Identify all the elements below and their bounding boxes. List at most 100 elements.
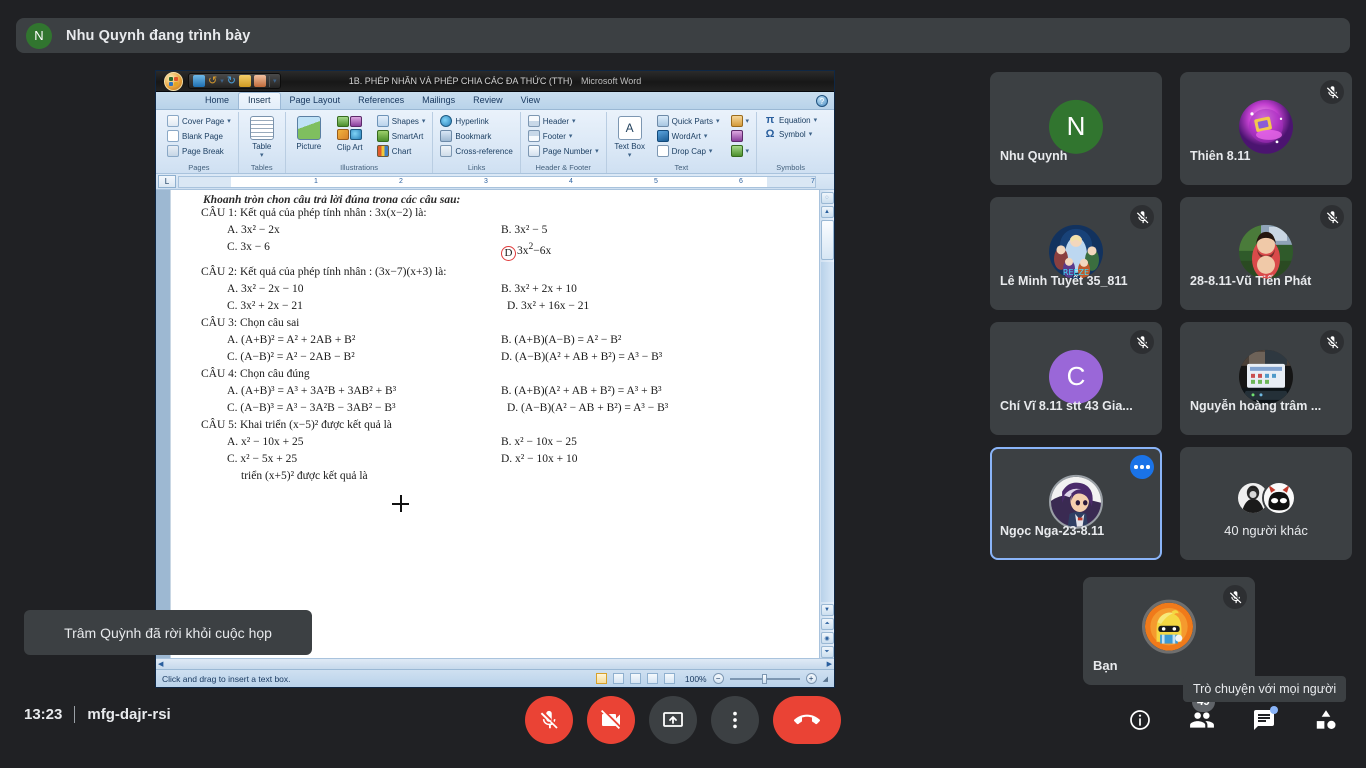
previous-page-button[interactable]: ⏶ [820,618,834,630]
full-screen-reading-view-button[interactable] [612,673,624,684]
smartart-button[interactable]: SmartArt [374,129,429,143]
other-participants-tile[interactable]: 40 người khác [1180,447,1352,560]
symbol-button[interactable]: Ω Symbol ▾ [761,128,820,141]
outline-view-button[interactable] [646,673,658,684]
more-options-button[interactable] [711,696,759,744]
participant-tile-vu-tien-phat[interactable]: 28-8.11-Vũ Tiến Phát [1180,197,1352,310]
self-participant-tile[interactable]: Bạn [1083,577,1255,685]
signature-line-icon [730,115,743,127]
camera-off-button[interactable] [587,696,635,744]
scroll-track[interactable] [820,262,834,602]
office-button[interactable] [160,71,186,92]
mic-off-icon [1130,330,1154,354]
microphone-off-button[interactable] [525,696,573,744]
chart-button[interactable]: Chart [374,144,429,158]
browse-object-icon[interactable]: ◌ [820,192,834,204]
clip-art-button[interactable]: Clip Art [331,114,369,152]
chat-unread-dot [1270,706,1278,714]
zoom-slider[interactable] [729,673,800,684]
chat-button[interactable] [1246,702,1282,738]
drop-cap-button[interactable]: Drop Cap ▾ [654,144,723,158]
participant-tile-nguyen-hoang-tram[interactable]: Nguyễn hoàng trâm ... [1180,322,1352,435]
participant-tile-nhu-quynh[interactable]: N Nhu Quynh [990,72,1162,185]
shapes-button[interactable]: Shapes ▾ [374,114,429,128]
cover-page-button[interactable]: Cover Page ▾ [164,114,234,128]
word-document-area[interactable]: Khoanh tròn chọn câu trả lời đúng trong … [156,190,834,658]
word-ribbon-tabs[interactable]: Home Insert Page Layout References Maili… [156,92,834,110]
q4-option-b: B. (A+B)(A² + AB + B²) = A³ + B³ [501,384,662,397]
text-box-button[interactable]: A Text Box ▾ [611,114,649,160]
picture-button[interactable]: Picture [290,114,328,151]
print-preview-icon[interactable] [253,75,266,87]
quick-parts-button[interactable]: Quick Parts ▾ [654,114,723,128]
participant-tile-le-minh-tuyet[interactable]: REEZE Lê Minh Tuyết 35_811 [990,197,1162,310]
participant-options-button[interactable] [1130,455,1154,479]
participant-tile-thien[interactable]: Thiên 8.11 [1180,72,1352,185]
horizontal-ruler[interactable]: 1 2 3 4 5 6 7 [178,175,816,188]
header-button[interactable]: Header ▾ [525,114,602,128]
undo-caret-icon[interactable]: ▾ [220,77,224,85]
tab-home[interactable]: Home [196,93,238,109]
open-icon[interactable] [238,75,251,87]
present-screen-button[interactable] [649,696,697,744]
draft-view-button[interactable] [663,673,675,684]
tab-selector-button[interactable]: L [158,175,176,188]
tab-insert[interactable]: Insert [238,92,281,109]
word-horizontal-scrollbar[interactable]: ◀ ▶ [156,658,834,669]
date-time-button[interactable] [728,129,753,143]
meeting-details-button[interactable] [1122,702,1158,738]
hyperlink-button[interactable]: Hyperlink [437,114,515,128]
save-icon[interactable] [193,75,205,87]
word-ruler[interactable]: L 1 2 3 4 5 6 7 [156,174,834,190]
participant-tile-ngoc-nga[interactable]: Ngọc Nga-23-8.11 [990,447,1162,560]
zoom-out-button[interactable]: − [712,673,724,684]
avatar [1049,474,1103,529]
customize-qat-icon[interactable]: ▾ [273,77,277,85]
page-break-button[interactable]: Page Break [164,144,234,158]
wordart-button[interactable]: WordArt ▾ [654,129,723,143]
next-page-button[interactable]: ⏷ [820,646,834,658]
word-vertical-scrollbar[interactable]: ◌ ▲ ▼ ⏶ ◉ ⏷ [819,190,834,658]
footer-button[interactable]: Footer ▾ [525,129,602,143]
select-browse-object-button[interactable]: ◉ [820,632,834,644]
leave-notification-toast: Trâm Quỳnh đã rời khỏi cuộc họp [24,610,312,655]
participant-tile-chi-vi[interactable]: C Chí Vĩ 8.11 stt 43 Gia... [990,322,1162,435]
redo-icon[interactable]: ↻ [227,75,236,87]
hyperlink-label: Hyperlink [455,116,489,126]
page-number-button[interactable]: Page Number ▾ [525,144,602,158]
help-icon[interactable]: ? [816,95,828,107]
cross-reference-button[interactable]: Cross-reference [437,144,515,158]
web-layout-view-button[interactable] [629,673,641,684]
leave-call-button[interactable] [773,696,841,744]
signature-line-button[interactable]: ▾ [728,114,753,128]
undo-icon[interactable]: ↺ [208,75,217,87]
scroll-thumb[interactable] [820,220,834,260]
tab-mailings[interactable]: Mailings [413,93,464,109]
blank-page-button[interactable]: Blank Page [164,129,234,143]
tab-review[interactable]: Review [464,93,512,109]
avatar [1142,599,1196,654]
scroll-up-button[interactable]: ▲ [820,206,834,218]
smartart-label: SmartArt [391,131,424,141]
zoom-in-button[interactable]: + [805,673,817,684]
show-everyone-button[interactable]: 49 [1184,692,1220,738]
shared-screen-stage[interactable]: ↺ ▾ ↻ ▾ 1B. PHÉP NHÂN VÀ PHÉP CHIA CÁC Đ… [155,70,835,688]
print-layout-view-button[interactable] [595,673,607,684]
q3-option-a: A. (A+B)² = A² + 2AB + B² [227,333,356,346]
tab-references[interactable]: References [349,93,413,109]
word-page[interactable]: Khoanh tròn chọn câu trả lời đúng trong … [170,190,819,658]
equation-button[interactable]: π Equation ▾ [761,114,820,127]
q2-option-c: C. 3x² + 2x − 21 [227,299,303,312]
q1-option-d: D 3x2−6x [501,241,805,261]
tab-view[interactable]: View [512,93,549,109]
activities-button[interactable] [1308,702,1344,738]
table-button[interactable]: Table ▾ [243,114,281,160]
scroll-down-button[interactable]: ▼ [820,604,834,616]
quick-access-toolbar[interactable]: ↺ ▾ ↻ ▾ [188,73,282,89]
bookmark-button[interactable]: Bookmark [437,129,515,143]
zoom-slider-knob[interactable] [761,673,767,684]
object-button[interactable]: ▾ [728,144,753,158]
tab-page-layout[interactable]: Page Layout [281,93,350,109]
zoom-level[interactable]: 100% [685,674,707,684]
question-1-row-ac: A. 3x² − 2x B. 3x² − 5 [201,224,805,236]
